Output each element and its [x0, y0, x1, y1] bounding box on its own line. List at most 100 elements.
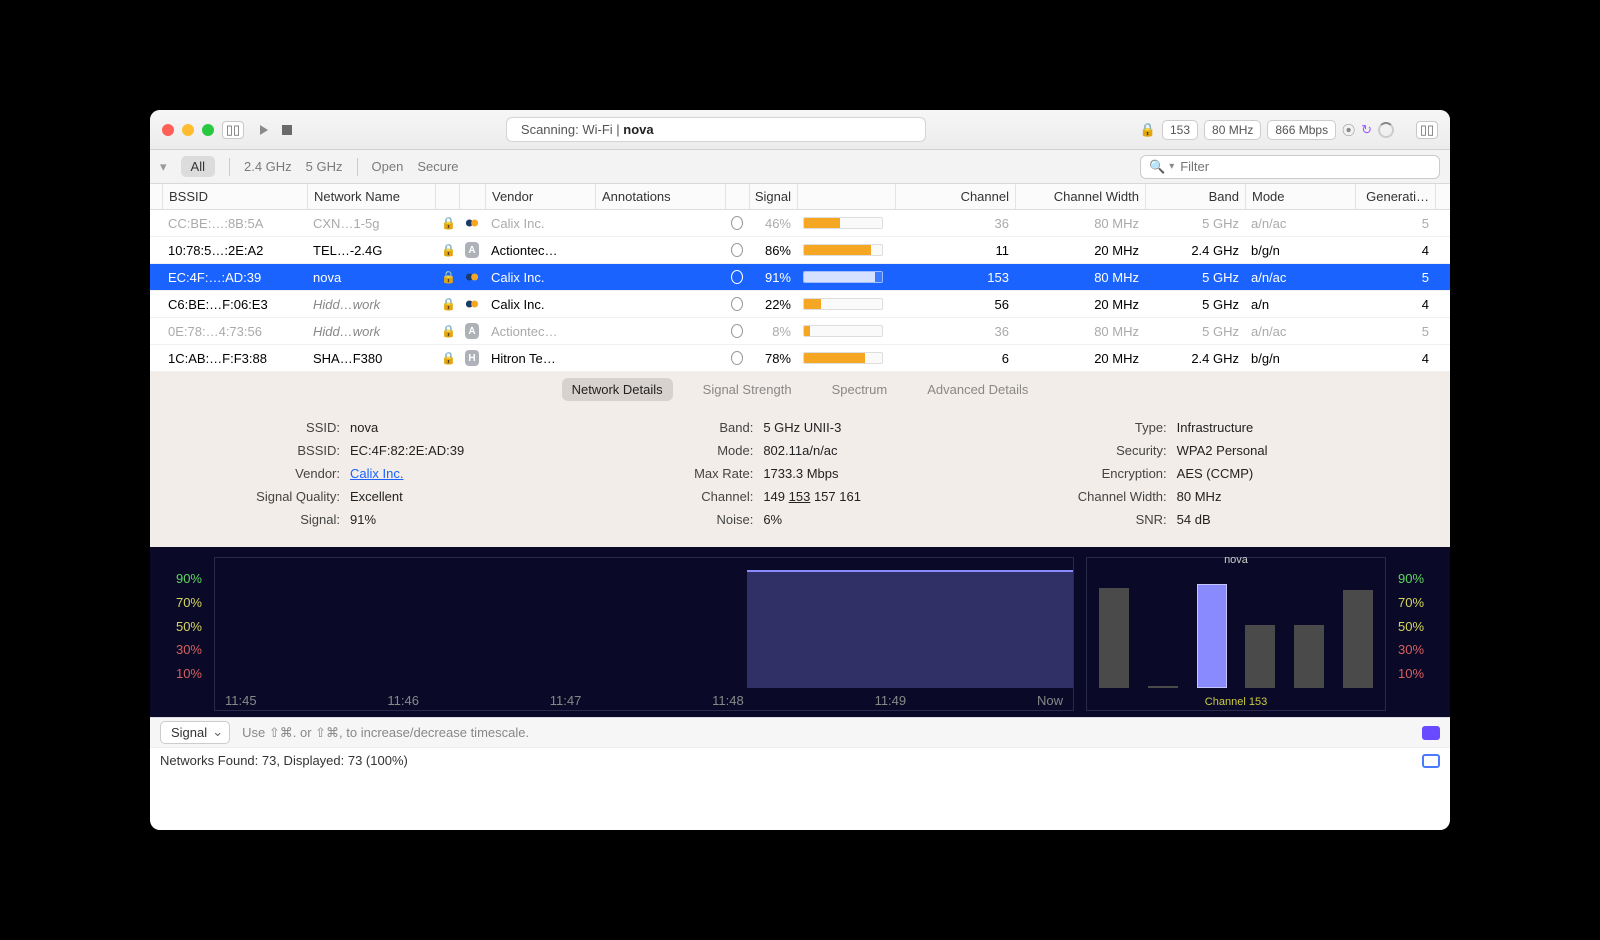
detail-row: Noise:6%	[603, 508, 996, 531]
title-status: Scanning: Wi-Fi | nova	[506, 117, 926, 142]
tab-signal-strength[interactable]: Signal Strength	[693, 378, 802, 401]
signal-icon	[731, 297, 743, 311]
filter-open[interactable]: Open	[372, 159, 404, 174]
col-vendor[interactable]: Vendor	[486, 184, 596, 209]
app-window: ▯▯ Scanning: Wi-Fi | nova 🔒 153 80 MHz 8…	[150, 110, 1450, 830]
channel-bar-chart[interactable]: nova Channel 153	[1086, 557, 1386, 711]
tab-network-details[interactable]: Network Details	[562, 378, 673, 401]
filter-secure[interactable]: Secure	[417, 159, 458, 174]
signal-icon	[731, 216, 743, 230]
detail-row: Band:5 GHz UNII-3	[603, 416, 996, 439]
tab-spectrum[interactable]: Spectrum	[822, 378, 898, 401]
chevron-down-icon[interactable]: ▾	[1169, 161, 1174, 172]
separator	[357, 158, 358, 176]
refresh-icon[interactable]: ↻	[1361, 122, 1372, 138]
bar-chart-xlabel: Channel 153	[1087, 696, 1385, 708]
lock-icon: 🔒	[441, 324, 456, 338]
tab-advanced-details[interactable]: Advanced Details	[917, 378, 1038, 401]
channel-bar	[1294, 625, 1324, 688]
lock-icon: 🔒	[441, 216, 456, 230]
filter-5ghz[interactable]: 5 GHz	[306, 159, 343, 174]
panel-toggle-button[interactable]: ▯▯	[1416, 121, 1438, 139]
signal-icon	[731, 351, 743, 365]
filter-input[interactable]	[1180, 159, 1431, 174]
col-annotations[interactable]: Annotations	[596, 184, 726, 209]
detail-row: Vendor:Calix Inc.	[190, 462, 583, 485]
detail-tabs: Network Details Signal Strength Spectrum…	[150, 372, 1450, 406]
signal-icon	[731, 324, 743, 338]
col-name[interactable]: Network Name	[308, 184, 436, 209]
table-header: BSSID Network Name Vendor Annotations Si…	[150, 184, 1450, 210]
col-mode[interactable]: Mode	[1246, 184, 1356, 209]
titlebar: ▯▯ Scanning: Wi-Fi | nova 🔒 153 80 MHz 8…	[150, 110, 1450, 150]
spinner-icon	[1378, 122, 1394, 138]
col-signal[interactable]: Signal	[750, 184, 798, 209]
table-row[interactable]: 0E:78:…4:73:56Hidd…work🔒AActiontec…8%368…	[150, 318, 1450, 345]
charts-panel: 90% 70% 50% 30% 10% 11:4511:4611:4711:48…	[150, 547, 1450, 717]
bar-chart-title: nova	[1087, 554, 1385, 566]
metric-select[interactable]: Signal	[160, 721, 230, 744]
col-bssid[interactable]: BSSID	[163, 184, 308, 209]
width-badge: 80 MHz	[1204, 120, 1261, 140]
scanning-label: Scanning: Wi-Fi |	[521, 122, 623, 137]
x-axis: 11:4511:4611:4711:4811:49Now	[215, 693, 1073, 708]
channel-bar	[1245, 625, 1275, 688]
table-row[interactable]: 1C:AB:…F:F3:88SHA…F380🔒HHitron Te…78%620…	[150, 345, 1450, 372]
table-row[interactable]: 10:78:5…:2E:A2TEL…-2.4G🔒AActiontec…86%11…	[150, 237, 1450, 264]
detail-row: Channel Width:80 MHz	[1017, 485, 1410, 508]
table-row[interactable]: EC:4F:…:AD:39nova🔒Calix Inc.91%15380 MHz…	[150, 264, 1450, 291]
detail-row: Type:Infrastructure	[1017, 416, 1410, 439]
stop-icon[interactable]	[282, 125, 292, 135]
detail-row: BSSID:EC:4F:82:2E:AD:39	[190, 439, 583, 462]
window-controls	[162, 124, 214, 136]
filter-icon[interactable]: ▾	[160, 159, 167, 175]
signal-icon	[731, 243, 743, 257]
col-width[interactable]: Channel Width	[1016, 184, 1146, 209]
signal-area	[747, 570, 1073, 688]
table-row[interactable]: C6:BE:…F:06:E3Hidd…work🔒Calix Inc.22%562…	[150, 291, 1450, 318]
networks-found-status: Networks Found: 73, Displayed: 73 (100%)	[160, 753, 408, 768]
display-icon[interactable]	[1422, 754, 1440, 768]
channel-bar	[1197, 584, 1227, 688]
network-table: CC:BE:…:8B:5ACXN…1-5g🔒Calix Inc.46%3680 …	[150, 210, 1450, 372]
bars-group	[1095, 574, 1377, 688]
close-window-button[interactable]	[162, 124, 174, 136]
lock-icon: 🔒	[441, 351, 456, 365]
detail-row: SNR:54 dB	[1017, 508, 1410, 531]
channel-bar	[1099, 588, 1129, 688]
table-row[interactable]: CC:BE:…:8B:5ACXN…1-5g🔒Calix Inc.46%3680 …	[150, 210, 1450, 237]
channel-badge: 153	[1162, 120, 1198, 140]
timescale-hint: Use ⇧⌘. or ⇧⌘, to increase/decrease time…	[242, 725, 529, 741]
lock-icon: 🔒	[441, 297, 456, 311]
zoom-window-button[interactable]	[202, 124, 214, 136]
search-box[interactable]: 🔍 ▾	[1140, 155, 1440, 179]
display-mode-icon[interactable]	[1422, 726, 1440, 740]
filter-all[interactable]: All	[181, 156, 215, 177]
minimize-window-button[interactable]	[182, 124, 194, 136]
detail-row: Mode:802.11a/n/ac	[603, 439, 996, 462]
sidebar-toggle-button[interactable]: ▯▯	[222, 121, 244, 139]
channel-bar	[1343, 590, 1373, 688]
col-channel[interactable]: Channel	[896, 184, 1016, 209]
lock-icon: 🔒	[1140, 122, 1156, 138]
channel-bar	[1148, 686, 1178, 688]
col-band[interactable]: Band	[1146, 184, 1246, 209]
filter-24ghz[interactable]: 2.4 GHz	[244, 159, 292, 174]
detail-row: Signal Quality:Excellent	[190, 485, 583, 508]
search-icon: 🔍	[1149, 159, 1165, 175]
separator	[229, 158, 230, 176]
col-generation[interactable]: Generati…	[1356, 184, 1436, 209]
lock-icon: 🔒	[441, 270, 456, 284]
play-icon[interactable]	[260, 125, 268, 135]
detail-row: SSID:nova	[190, 416, 583, 439]
filter-bar: ▾ All 2.4 GHz 5 GHz Open Secure 🔍 ▾	[150, 150, 1450, 184]
detail-row: Signal:91%	[190, 508, 583, 531]
scanning-network: nova	[623, 122, 653, 137]
signal-line-chart[interactable]: 11:4511:4611:4711:4811:49Now	[214, 557, 1074, 711]
detail-row: Encryption:AES (CCMP)	[1017, 462, 1410, 485]
y-axis-left: 90% 70% 50% 30% 10%	[168, 557, 202, 711]
signal-icon	[731, 270, 743, 284]
status-badges: 🔒 153 80 MHz 866 Mbps ⦿ ↻	[1140, 120, 1394, 140]
vendor-link[interactable]: Calix Inc.	[350, 466, 403, 481]
detail-row: Channel:149 153 157 161	[603, 485, 996, 508]
